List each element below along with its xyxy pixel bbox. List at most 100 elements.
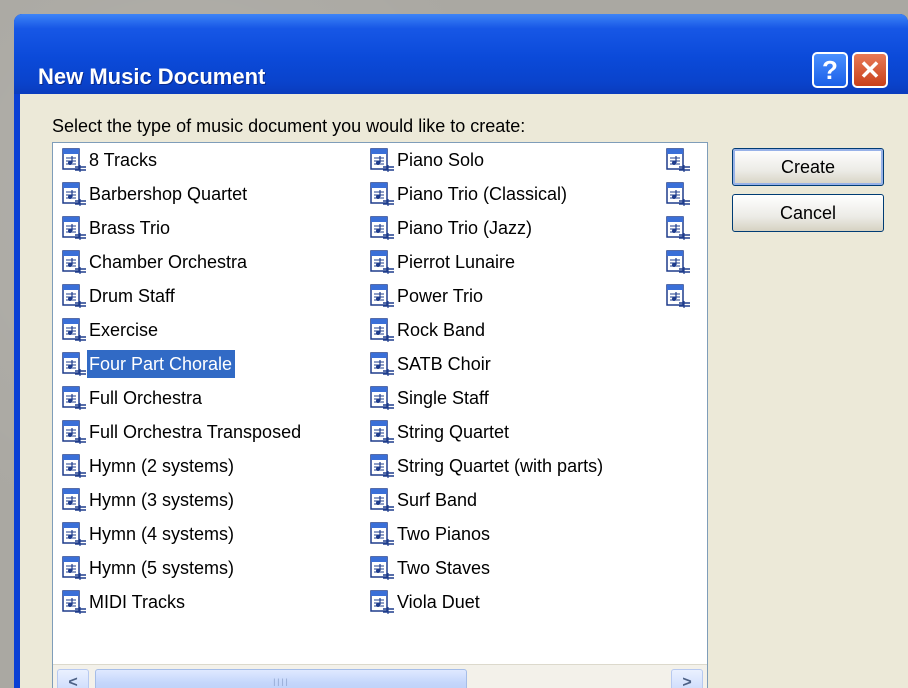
music-document-icon: [61, 589, 87, 615]
list-item[interactable]: Two Pianos: [369, 519, 493, 549]
music-document-icon: [61, 249, 87, 275]
scroll-left-button[interactable]: <: [57, 669, 89, 688]
list-item-label: Pierrot Lunaire: [397, 252, 516, 272]
help-button[interactable]: ?: [812, 52, 848, 88]
document-type-list[interactable]: 8 Tracks Barbershop Quartet Brass Trio Cham…: [52, 142, 708, 688]
list-item[interactable]: Pierrot Lunaire: [369, 247, 518, 277]
list-item[interactable]: Hymn (3 systems): [61, 485, 237, 515]
list-item-label: Piano Trio (Classical): [397, 184, 568, 204]
list-item-label: Barbershop Quartet: [89, 184, 248, 204]
list-item[interactable]: Single Staff: [369, 383, 492, 413]
create-button[interactable]: Create: [732, 148, 884, 186]
help-icon: ?: [822, 54, 838, 85]
new-music-document-dialog: New Music Document ? ✕ Select the type o…: [14, 14, 908, 688]
music-document-icon: [665, 181, 691, 207]
list-item-label: Hymn (2 systems): [89, 456, 235, 476]
instruction-label: Select the type of music document you wo…: [52, 116, 526, 136]
music-document-icon: [61, 555, 87, 581]
music-document-icon: [665, 215, 691, 241]
list-item[interactable]: [665, 213, 696, 243]
list-item-label: Rock Band: [397, 320, 486, 340]
list-item[interactable]: Piano Trio (Classical): [369, 179, 570, 209]
list-item[interactable]: String Quartet: [369, 417, 512, 447]
music-document-icon: [369, 283, 395, 309]
list-item[interactable]: [665, 247, 696, 277]
list-item-label: Piano Trio (Jazz): [397, 218, 533, 238]
music-document-icon: [61, 453, 87, 479]
list-item[interactable]: Viola Duet: [369, 587, 483, 617]
list-item[interactable]: String Quartet (with parts): [369, 451, 606, 481]
list-item-label: Brass Trio: [89, 218, 171, 238]
music-document-icon: [369, 385, 395, 411]
music-document-icon: [369, 521, 395, 547]
music-document-icon: [61, 283, 87, 309]
list-item[interactable]: Brass Trio: [61, 213, 173, 243]
music-document-icon: [369, 215, 395, 241]
list-item[interactable]: 8 Tracks: [61, 145, 160, 175]
music-document-icon: [61, 385, 87, 411]
music-document-icon: [369, 147, 395, 173]
music-document-icon: [61, 351, 87, 377]
music-document-icon: [61, 147, 87, 173]
list-item[interactable]: Drum Staff: [61, 281, 178, 311]
list-item-label: Two Pianos: [397, 524, 491, 544]
cancel-button[interactable]: Cancel: [732, 194, 884, 232]
list-item[interactable]: Full Orchestra: [61, 383, 205, 413]
list-item-label: Viola Duet: [397, 592, 480, 612]
music-document-icon: [665, 249, 691, 275]
music-document-icon: [369, 589, 395, 615]
music-document-icon: [61, 419, 87, 445]
list-item-label: Chamber Orchestra: [89, 252, 248, 272]
list-item-label: SATB Choir: [397, 354, 491, 374]
list-item-label: Two Staves: [397, 558, 491, 578]
music-document-icon: [369, 419, 395, 445]
list-item[interactable]: Piano Trio (Jazz): [369, 213, 535, 243]
list-item-label: String Quartet (with parts): [397, 456, 604, 476]
list-item[interactable]: Full Orchestra Transposed: [61, 417, 304, 447]
scrollbar-thumb[interactable]: IIII: [95, 669, 467, 688]
list-item[interactable]: Power Trio: [369, 281, 486, 311]
title-bar[interactable]: New Music Document ? ✕: [14, 14, 908, 94]
list-item[interactable]: Exercise: [61, 315, 161, 345]
list-item[interactable]: SATB Choir: [369, 349, 494, 379]
close-button[interactable]: ✕: [852, 52, 888, 88]
list-item[interactable]: Rock Band: [369, 315, 488, 345]
list-item[interactable]: Hymn (5 systems): [61, 553, 237, 583]
chevron-right-icon: >: [682, 674, 692, 688]
list-item-label: String Quartet: [397, 422, 510, 442]
music-document-icon: [369, 249, 395, 275]
music-document-icon: [61, 215, 87, 241]
list-item-label: Drum Staff: [89, 286, 175, 306]
list-item-label: Hymn (5 systems): [89, 558, 235, 578]
list-item[interactable]: Two Staves: [369, 553, 493, 583]
create-button-label: Create: [780, 156, 836, 177]
list-item-label: Surf Band: [397, 490, 478, 510]
list-item[interactable]: Hymn (2 systems): [61, 451, 237, 481]
music-document-icon: [665, 283, 691, 309]
list-item[interactable]: Four Part Chorale: [61, 349, 236, 379]
list-item[interactable]: MIDI Tracks: [61, 587, 188, 617]
dialog-body: Select the type of music document you wo…: [20, 94, 908, 688]
list-item[interactable]: Surf Band: [369, 485, 480, 515]
list-item-label: Four Part Chorale: [87, 350, 236, 378]
scroll-right-button[interactable]: >: [671, 669, 703, 688]
list-item[interactable]: [665, 179, 696, 209]
list-item-label: Hymn (4 systems): [89, 524, 235, 544]
list-item[interactable]: Barbershop Quartet: [61, 179, 250, 209]
list-item[interactable]: Hymn (4 systems): [61, 519, 237, 549]
list-item-label: Single Staff: [397, 388, 489, 408]
music-document-icon: [369, 181, 395, 207]
list-item[interactable]: Piano Solo: [369, 145, 487, 175]
cancel-button-label: Cancel: [779, 202, 837, 223]
grip-icon: IIII: [272, 677, 290, 688]
list-item[interactable]: [665, 281, 696, 311]
horizontal-scrollbar[interactable]: < IIII >: [53, 664, 707, 688]
music-document-icon: [61, 487, 87, 513]
music-document-icon: [369, 453, 395, 479]
list-item[interactable]: Chamber Orchestra: [61, 247, 250, 277]
list-item[interactable]: [665, 145, 696, 175]
list-item-label: Piano Solo: [397, 150, 485, 170]
list-item-label: 8 Tracks: [89, 150, 158, 170]
list-item-label: Exercise: [89, 320, 159, 340]
music-document-icon: [61, 521, 87, 547]
